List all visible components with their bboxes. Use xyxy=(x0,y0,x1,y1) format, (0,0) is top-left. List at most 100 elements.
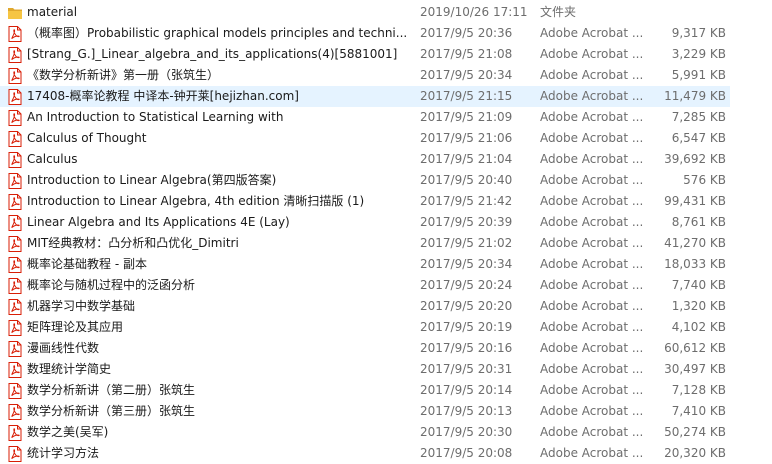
file-date-modified: 2017/9/5 21:06 xyxy=(420,131,513,145)
file-row[interactable]: MIT经典教材：凸分析和凸优化_Dimitri 2017/9/5 21:02 Ado… xyxy=(0,233,730,254)
file-name: 《数学分析新讲》第一册（张筑生） xyxy=(27,68,220,82)
file-row[interactable]: An Introduction to Statistical Learning … xyxy=(0,107,730,128)
folder-icon xyxy=(8,8,22,19)
file-type: Adobe Acrobat ... xyxy=(540,215,644,229)
file-row[interactable]: 漫画线性代数 2017/9/5 20:16 Adobe Acrobat ... 60,… xyxy=(0,338,730,359)
file-date-modified: 2017/9/5 20:16 xyxy=(420,341,513,355)
pdf-icon xyxy=(8,320,22,336)
file-type: Adobe Acrobat ... xyxy=(540,47,644,61)
pdf-icon xyxy=(8,278,22,294)
file-row[interactable]: Linear Algebra and Its Applications 4E (… xyxy=(0,212,730,233)
file-date-modified: 2017/9/5 20:19 xyxy=(420,320,513,334)
file-date-modified: 2017/9/5 20:34 xyxy=(420,68,513,82)
file-name: Calculus of Thought xyxy=(27,131,147,145)
pdf-icon xyxy=(8,26,22,42)
file-size: 4,102 KB xyxy=(671,320,726,334)
pdf-icon xyxy=(8,404,22,420)
file-row[interactable]: Introduction to Linear Algebra(第四版答案) 201… xyxy=(0,170,730,191)
file-type: 文件夹 xyxy=(540,5,577,19)
file-row[interactable]: 概率论与随机过程中的泛函分析 2017/9/5 20:24 Adobe Acroba… xyxy=(0,275,730,296)
file-name: 概率论与随机过程中的泛函分析 xyxy=(27,278,196,292)
file-date-modified: 2017/9/5 20:36 xyxy=(420,26,513,40)
file-row[interactable]: 数理统计学简史 2017/9/5 20:31 Adobe Acrobat ... 30… xyxy=(0,359,730,380)
file-row[interactable]: Introduction to Linear Algebra, 4th edit… xyxy=(0,191,730,212)
pdf-icon xyxy=(8,152,22,168)
file-name: 数学分析新讲（第三册）张筑生 xyxy=(27,404,196,418)
file-size: 7,285 KB xyxy=(671,110,726,124)
file-type: Adobe Acrobat ... xyxy=(540,236,644,250)
file-type: Adobe Acrobat ... xyxy=(540,404,644,418)
file-date-modified: 2017/9/5 20:30 xyxy=(420,425,513,439)
file-type: Adobe Acrobat ... xyxy=(540,257,644,271)
file-row[interactable]: 数学之美(吴军) 2017/9/5 20:30 Adobe Acrobat ... 5… xyxy=(0,422,730,443)
file-type: Adobe Acrobat ... xyxy=(540,110,644,124)
file-size: 7,128 KB xyxy=(671,383,726,397)
file-name: 矩阵理论及其应用 xyxy=(27,320,124,334)
file-type: Adobe Acrobat ... xyxy=(540,446,644,460)
file-date-modified: 2017/9/5 21:02 xyxy=(420,236,513,250)
file-row[interactable]: 概率论基础教程 - 副本 2017/9/5 20:34 Adobe Acrobat … xyxy=(0,254,730,275)
file-row[interactable]: （概率图）Probabilistic graphical models prin… xyxy=(0,23,730,44)
file-row[interactable]: Calculus 2017/9/5 21:04 Adobe Acrobat ... 3… xyxy=(0,149,730,170)
file-row[interactable]: 统计学习方法 2017/9/5 20:08 Adobe Acrobat ... 20,… xyxy=(0,443,730,464)
file-size: 9,317 KB xyxy=(671,26,726,40)
file-name: 漫画线性代数 xyxy=(27,341,100,355)
pdf-icon xyxy=(8,110,22,126)
file-name: 机器学习中数学基础 xyxy=(27,299,136,313)
file-row[interactable]: 数学分析新讲（第二册）张筑生 2017/9/5 20:14 Adobe Acroba… xyxy=(0,380,730,401)
file-name: Calculus xyxy=(27,152,78,166)
file-row[interactable]: 《数学分析新讲》第一册（张筑生） 2017/9/5 20:34 Adobe Acro… xyxy=(0,65,730,86)
file-name: 17408-概率论教程 中译本-钟开莱[hejizhan.com] xyxy=(27,89,299,103)
file-type: Adobe Acrobat ... xyxy=(540,299,644,313)
file-date-modified: 2017/9/5 21:08 xyxy=(420,47,513,61)
pdf-icon xyxy=(8,236,22,252)
file-type: Adobe Acrobat ... xyxy=(540,89,644,103)
file-type: Adobe Acrobat ... xyxy=(540,152,644,166)
file-name: 统计学习方法 xyxy=(27,446,100,460)
file-name: Linear Algebra and Its Applications 4E (… xyxy=(27,215,290,229)
file-size: 99,431 KB xyxy=(664,194,726,208)
folder-row[interactable]: material 2019/10/26 17:11 文件夹 xyxy=(0,2,730,23)
file-row[interactable]: 数学分析新讲（第三册）张筑生 2017/9/5 20:13 Adobe Acroba… xyxy=(0,401,730,422)
file-size: 3,229 KB xyxy=(671,47,726,61)
file-size: 39,692 KB xyxy=(664,152,726,166)
file-size: 11,479 KB xyxy=(664,89,726,103)
file-date-modified: 2017/9/5 20:31 xyxy=(420,362,513,376)
file-date-modified: 2017/9/5 20:08 xyxy=(420,446,513,460)
file-name: Introduction to Linear Algebra(第四版答案) xyxy=(27,173,277,187)
file-row[interactable]: [Strang_G.]_Linear_algebra_and_its_appli… xyxy=(0,44,730,65)
file-type: Adobe Acrobat ... xyxy=(540,425,644,439)
file-row[interactable]: 17408-概率论教程 中译本-钟开莱[hejizhan.com] 2017/9/… xyxy=(0,86,730,107)
file-date-modified: 2017/9/5 20:13 xyxy=(420,404,513,418)
file-date-modified: 2017/9/5 20:39 xyxy=(420,215,513,229)
file-name: MIT经典教材：凸分析和凸优化_Dimitri xyxy=(27,236,239,250)
pdf-icon xyxy=(8,362,22,378)
file-type: Adobe Acrobat ... xyxy=(540,26,644,40)
file-row[interactable]: 机器学习中数学基础 2017/9/5 20:20 Adobe Acrobat ...… xyxy=(0,296,730,317)
file-name: 概率论基础教程 - 副本 xyxy=(27,257,147,271)
file-size: 6,547 KB xyxy=(671,131,726,145)
file-size: 60,612 KB xyxy=(664,341,726,355)
pdf-icon xyxy=(8,131,22,147)
pdf-icon xyxy=(8,89,22,105)
file-row[interactable]: 矩阵理论及其应用 2017/9/5 20:19 Adobe Acrobat ... 4… xyxy=(0,317,730,338)
file-size: 41,270 KB xyxy=(664,236,726,250)
file-name: An Introduction to Statistical Learning … xyxy=(27,110,284,124)
file-type: Adobe Acrobat ... xyxy=(540,194,644,208)
file-date-modified: 2017/9/5 20:34 xyxy=(420,257,513,271)
file-size: 18,033 KB xyxy=(664,257,726,271)
pdf-icon xyxy=(8,383,22,399)
file-type: Adobe Acrobat ... xyxy=(540,278,644,292)
pdf-icon xyxy=(8,257,22,273)
file-date-modified: 2017/9/5 21:04 xyxy=(420,152,513,166)
file-name: 数学之美(吴军) xyxy=(27,425,109,439)
file-size: 50,274 KB xyxy=(664,425,726,439)
file-name: 数理统计学简史 xyxy=(27,362,112,376)
file-date-modified: 2017/9/5 21:15 xyxy=(420,89,513,103)
file-row[interactable]: Calculus of Thought 2017/9/5 21:06 Adobe A… xyxy=(0,128,730,149)
file-name: [Strang_G.]_Linear_algebra_and_its_appli… xyxy=(27,47,398,61)
file-type: Adobe Acrobat ... xyxy=(540,341,644,355)
file-size: 1,320 KB xyxy=(671,299,726,313)
file-name: material xyxy=(27,5,78,19)
file-date-modified: 2017/9/5 21:09 xyxy=(420,110,513,124)
